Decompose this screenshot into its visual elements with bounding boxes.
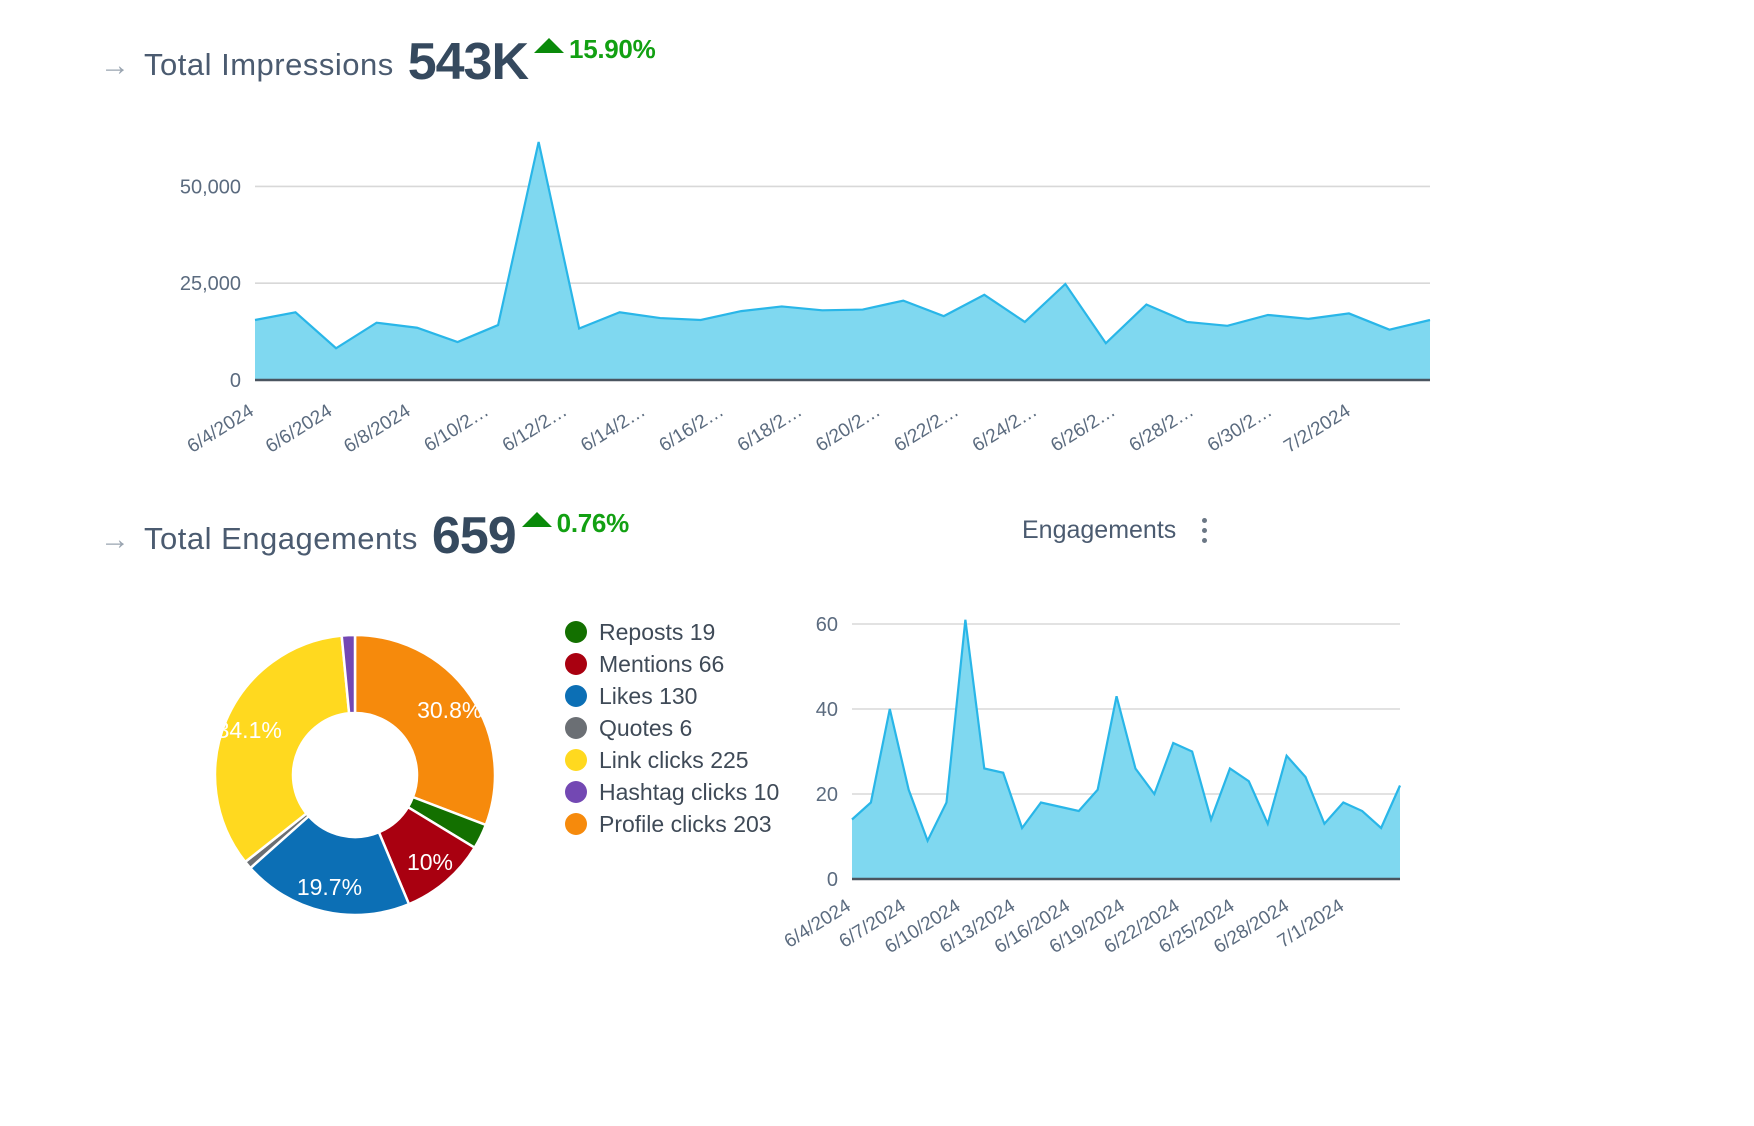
- engagements-card-title: Engagements: [1022, 516, 1177, 544]
- total-impressions-label: Total Impressions: [144, 47, 394, 83]
- legend-color-dot: [565, 781, 587, 803]
- impressions-chart: 0 25,000 50,000 6/4/2024 6/6/2024 6/8/2024 6/1…: [120, 120, 1450, 460]
- legend-item[interactable]: Hashtag clicks 10: [565, 776, 779, 808]
- arrow-right-icon: →: [100, 523, 130, 557]
- triangle-up-icon: [534, 38, 565, 54]
- donut-slice-label: 30.8%: [417, 697, 482, 723]
- engagements-donut-chart: 30.8% 10% 19.7% 34.1%: [195, 605, 535, 925]
- legend-label: Mentions 66: [599, 650, 725, 677]
- donut-slice-label: 10%: [407, 849, 453, 875]
- x-axis-tick: 7/2/2024: [1280, 400, 1354, 457]
- x-axis-tick: 6/4/2024: [184, 400, 258, 457]
- legend-item[interactable]: Link clicks 225: [565, 744, 779, 776]
- legend-item[interactable]: Likes 130: [565, 680, 779, 712]
- y-axis-tick: 50,000: [180, 176, 241, 198]
- total-engagements-delta: 0.76%: [521, 508, 630, 539]
- legend-label: Reposts 19: [599, 618, 716, 645]
- x-axis-tick: 6/16/2…: [656, 400, 728, 456]
- y-axis-tick: 25,000: [180, 273, 241, 295]
- total-engagements-kpi: → Total Engagements 659 0.76%: [100, 507, 629, 565]
- legend-item[interactable]: Reposts 19: [565, 616, 779, 648]
- donut-slice[interactable]: [213, 634, 351, 864]
- y-axis-tick: 40: [816, 699, 838, 721]
- engagements-donut-svg: 30.8% 10% 19.7% 34.1%: [213, 633, 497, 917]
- arrow-right-icon: →: [100, 49, 130, 83]
- legend-color-dot: [565, 685, 587, 707]
- engagements-chart-svg: 02040606/4/20246/7/20246/10/20246/13/202…: [781, 614, 1402, 958]
- y-axis-tick: 60: [816, 614, 838, 636]
- legend-item[interactable]: Quotes 6: [565, 712, 779, 744]
- legend-color-dot: [565, 621, 587, 643]
- total-engagements-label: Total Engagements: [144, 521, 418, 557]
- y-axis-tick: 0: [827, 869, 838, 891]
- y-axis-tick: 0: [230, 370, 241, 392]
- total-engagements-value: 659: [431, 507, 517, 565]
- legend-color-dot: [565, 813, 587, 835]
- kebab-menu-icon[interactable]: [1202, 518, 1208, 548]
- total-impressions-delta: 15.90%: [534, 34, 656, 65]
- x-axis-tick: 6/26/2…: [1047, 400, 1119, 456]
- legend-label: Likes 130: [599, 682, 698, 709]
- area-series-fill: [255, 141, 1430, 380]
- donut-slice[interactable]: [353, 633, 497, 827]
- triangle-up-icon: [521, 512, 552, 528]
- legend-item[interactable]: Mentions 66: [565, 648, 779, 680]
- legend-label: Hashtag clicks 10: [599, 778, 780, 805]
- total-impressions-value: 543K: [407, 33, 529, 91]
- legend-label: Quotes 6: [599, 714, 693, 741]
- x-axis-tick: 6/10/2…: [421, 400, 493, 456]
- legend-label: Link clicks 225: [599, 746, 749, 773]
- engagements-chart: 0 20 40 60 6/4/2024 6/7/2024 6/10/2024 6/13/202…: [781, 585, 1410, 958]
- x-axis-tick: 6/24/2…: [969, 400, 1041, 456]
- legend-item[interactable]: Profile clicks 203: [565, 808, 779, 840]
- total-impressions-delta-value: 15.90%: [569, 34, 656, 65]
- x-axis-tick: 6/14/2…: [577, 400, 649, 456]
- x-axis-tick: 6/20/2…: [812, 400, 884, 456]
- legend-color-dot: [565, 749, 587, 771]
- legend-color-dot: [565, 653, 587, 675]
- impressions-chart-svg: 025,00050,0006/4/2024 6/6/2024 6/8/2024 6/1…: [180, 141, 1431, 457]
- legend-color-dot: [565, 717, 587, 739]
- engagements-legend: Reposts 19 Mentions 66 Likes 130 Quotes 6 Li…: [565, 616, 779, 840]
- legend-label: Profile clicks 203: [599, 810, 772, 837]
- x-axis-tick: 6/30/2…: [1204, 400, 1276, 456]
- x-axis-tick: 6/18/2…: [734, 400, 806, 456]
- x-axis-tick: 6/22/2…: [891, 400, 963, 456]
- x-axis-tick: 6/8/2024: [340, 400, 414, 457]
- area-series-fill: [852, 619, 1400, 879]
- total-engagements-delta-value: 0.76%: [556, 508, 630, 539]
- y-axis-tick: 20: [816, 784, 838, 806]
- x-axis-tick: 6/28/2…: [1126, 400, 1198, 456]
- x-axis-tick: 6/6/2024: [262, 400, 336, 457]
- total-impressions-kpi: → Total Impressions 543K 15.90%: [100, 33, 656, 91]
- x-axis-tick: 6/12/2…: [499, 400, 571, 456]
- donut-slice-label: 34.1%: [217, 717, 282, 743]
- donut-slice-label: 19.7%: [297, 874, 362, 900]
